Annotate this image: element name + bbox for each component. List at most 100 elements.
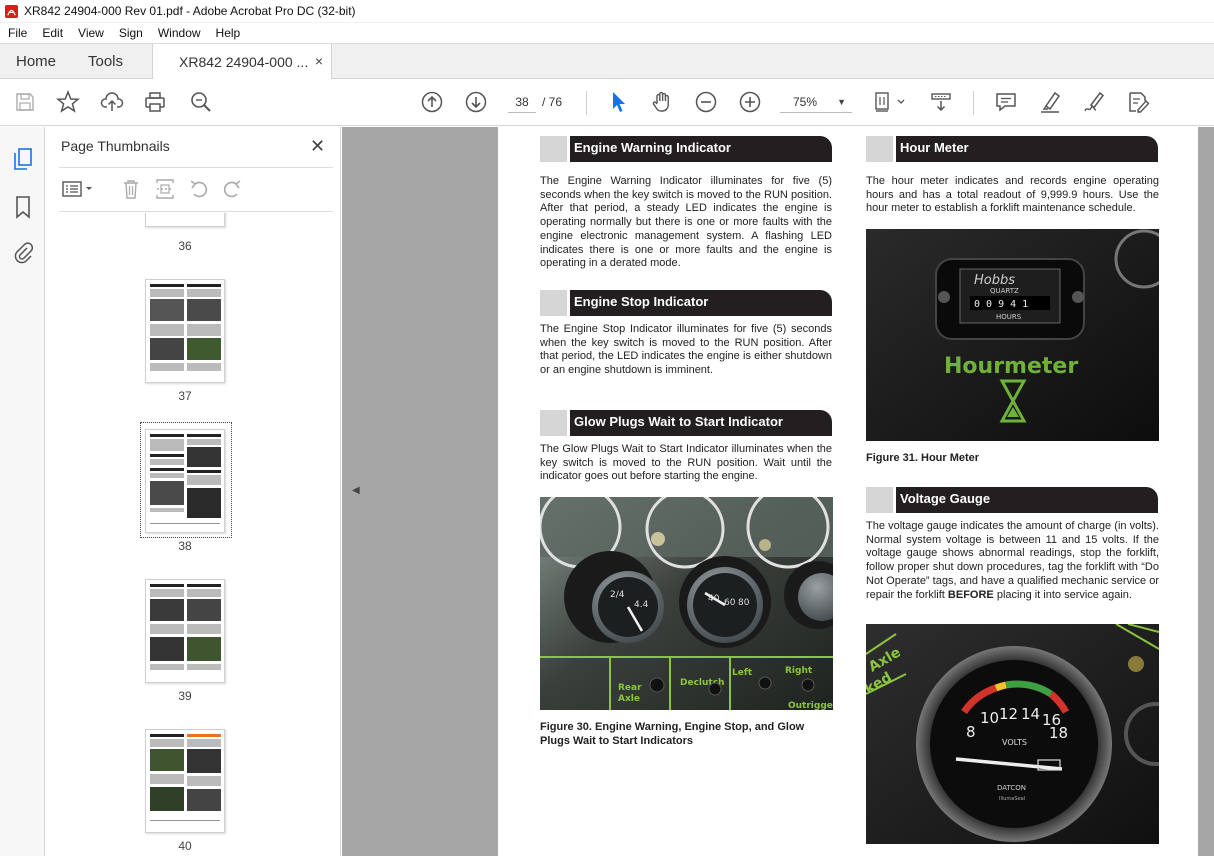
engine-warning-text: The Engine Warning Indicator illuminates…	[540, 175, 832, 270]
svg-text:14: 14	[1021, 705, 1040, 723]
heading-marker	[540, 290, 567, 316]
extract-page-icon[interactable]	[153, 177, 177, 201]
acrobat-app-icon	[5, 4, 18, 18]
next-page-icon[interactable]	[463, 89, 489, 115]
svg-text:Hobbs: Hobbs	[974, 273, 1015, 288]
zoom-level-dropdown[interactable]: 75% ▼	[780, 91, 852, 113]
heading-marker	[866, 136, 893, 162]
document-viewer[interactable]: ◀ Engine Warning Indicator The Engine Wa…	[342, 127, 1214, 856]
svg-text:Right: Right	[785, 666, 813, 676]
thumbnail-label: 39	[178, 689, 192, 703]
thumbnail-label: 40	[178, 839, 192, 853]
menu-bar: File Edit View Sign Window Help	[0, 23, 1214, 43]
section-heading: Hour Meter	[866, 136, 1158, 162]
zoom-level-value: 75%	[793, 95, 818, 109]
zoom-search-icon[interactable]	[188, 89, 214, 115]
thumbnail-page-36[interactable]	[145, 213, 225, 227]
highlight-icon[interactable]	[1037, 89, 1063, 115]
tab-document-label: XR842 24904-000 ...	[179, 54, 309, 70]
section-heading: Engine Stop Indicator	[540, 290, 832, 316]
pdf-page: Engine Warning Indicator The Engine Warn…	[498, 127, 1198, 856]
chevron-down-icon: ▼	[837, 97, 846, 107]
menu-help[interactable]: Help	[208, 26, 248, 40]
select-cursor-icon[interactable]	[605, 89, 631, 115]
save-icon[interactable]	[12, 89, 38, 115]
heading-voltage-gauge: Voltage Gauge	[896, 487, 1158, 513]
upload-icon[interactable]	[99, 89, 125, 115]
prev-page-icon[interactable]	[419, 89, 445, 115]
thumbnail-page-40[interactable]	[145, 729, 225, 833]
menu-edit[interactable]: Edit	[34, 26, 70, 40]
scroll-mode-icon[interactable]	[928, 89, 954, 115]
edit-pdf-icon[interactable]	[1125, 89, 1151, 115]
attachments-icon[interactable]	[11, 240, 35, 264]
svg-text:2/4: 2/4	[610, 590, 625, 600]
glow-plugs-text: The Glow Plugs Wait to Start Indicator i…	[540, 443, 832, 483]
svg-text:18: 18	[1049, 724, 1068, 742]
thumbnail-label: 37	[178, 389, 192, 403]
heading-glow-plugs: Glow Plugs Wait to Start Indicator	[570, 410, 832, 436]
page-total: / 76	[542, 95, 563, 109]
voltage-gauge-text: The voltage gauge indicates the amount o…	[866, 520, 1159, 602]
rotate-right-icon[interactable]	[220, 177, 244, 201]
menu-window[interactable]: Window	[150, 26, 208, 40]
menu-view[interactable]: View	[70, 26, 111, 40]
thumbnail-options-icon[interactable]	[59, 177, 97, 201]
figure-31-caption: Figure 31. Hour Meter	[866, 452, 980, 464]
thumbnail-page-38[interactable]	[145, 429, 225, 533]
svg-text:Rear: Rear	[618, 683, 642, 693]
figure-31-photo: Hobbs QUARTZ 0 0 9 4 1 HOURS Hourmeter	[866, 229, 1159, 441]
heading-engine-stop: Engine Stop Indicator	[570, 290, 832, 316]
tab-tools[interactable]: Tools	[88, 44, 123, 79]
heading-hour-meter: Hour Meter	[896, 136, 1158, 162]
svg-text:VOLTS: VOLTS	[1002, 738, 1027, 747]
section-heading: Engine Warning Indicator	[540, 136, 832, 162]
section-heading: Voltage Gauge	[866, 487, 1158, 513]
svg-text:IllumaSeal: IllumaSeal	[999, 796, 1025, 802]
svg-text:Left: Left	[732, 668, 753, 678]
heading-engine-warning: Engine Warning Indicator	[570, 136, 832, 162]
comment-icon[interactable]	[993, 89, 1019, 115]
thumbnail-label: 36	[178, 239, 192, 253]
heading-marker	[540, 410, 567, 436]
main-toolbar: 38 / 76 75% ▼	[0, 79, 1214, 126]
voltage-text-post: placing it into service again.	[993, 588, 1132, 601]
svg-text:4.4: 4.4	[634, 600, 649, 610]
zoom-in-icon[interactable]	[737, 89, 763, 115]
menu-file[interactable]: File	[0, 26, 34, 40]
rotate-left-icon[interactable]	[187, 177, 211, 201]
collapse-panel-icon[interactable]: ◀	[352, 485, 360, 496]
close-icon[interactable]: ✕	[310, 136, 325, 157]
figure-30-photo: 2/4 4.4 40 60 80 Rear Axle Declutch Left…	[540, 497, 833, 710]
thumbnail-label: 38	[178, 539, 192, 553]
bookmarks-icon[interactable]	[11, 195, 35, 219]
svg-text:HOURS: HOURS	[996, 313, 1022, 321]
title-bar: XR842 24904-000 Rev 01.pdf - Adobe Acrob…	[0, 0, 1214, 23]
section-heading: Glow Plugs Wait to Start Indicator	[540, 410, 832, 436]
window-title: XR842 24904-000 Rev 01.pdf - Adobe Acrob…	[24, 4, 356, 18]
page-number-input[interactable]: 38	[508, 91, 536, 113]
tab-close-icon[interactable]: ×	[315, 53, 323, 69]
tab-home[interactable]: Home	[16, 44, 56, 79]
zoom-out-icon[interactable]	[693, 89, 719, 115]
tab-document[interactable]: XR842 24904-000 ... ×	[152, 44, 332, 80]
thumbnail-page-39[interactable]	[145, 579, 225, 683]
thumbnail-list[interactable]: 36 37 38 39 40	[59, 213, 323, 855]
svg-text:Axle: Axle	[618, 694, 640, 704]
sign-icon[interactable]	[1081, 89, 1107, 115]
engine-stop-text: The Engine Stop Indicator illuminates fo…	[540, 323, 832, 377]
tab-bar: Home Tools XR842 24904-000 ... ×	[0, 43, 1214, 80]
svg-text:60: 60	[724, 598, 736, 608]
hand-icon[interactable]	[649, 89, 675, 115]
delete-page-icon[interactable]	[119, 177, 143, 201]
thumbnail-page-37[interactable]	[145, 279, 225, 383]
figure-30-caption: Figure 30. Engine Warning, Engine Stop, …	[540, 721, 805, 747]
print-icon[interactable]	[142, 89, 168, 115]
navigation-rail	[0, 127, 45, 856]
bookmark-star-icon[interactable]	[55, 89, 81, 115]
panel-title: Page Thumbnails	[61, 138, 170, 154]
voltage-text-bold: BEFORE	[947, 588, 994, 601]
page-fit-icon[interactable]	[872, 89, 908, 115]
menu-sign[interactable]: Sign	[111, 26, 150, 40]
page-thumbnails-icon[interactable]	[11, 147, 35, 171]
